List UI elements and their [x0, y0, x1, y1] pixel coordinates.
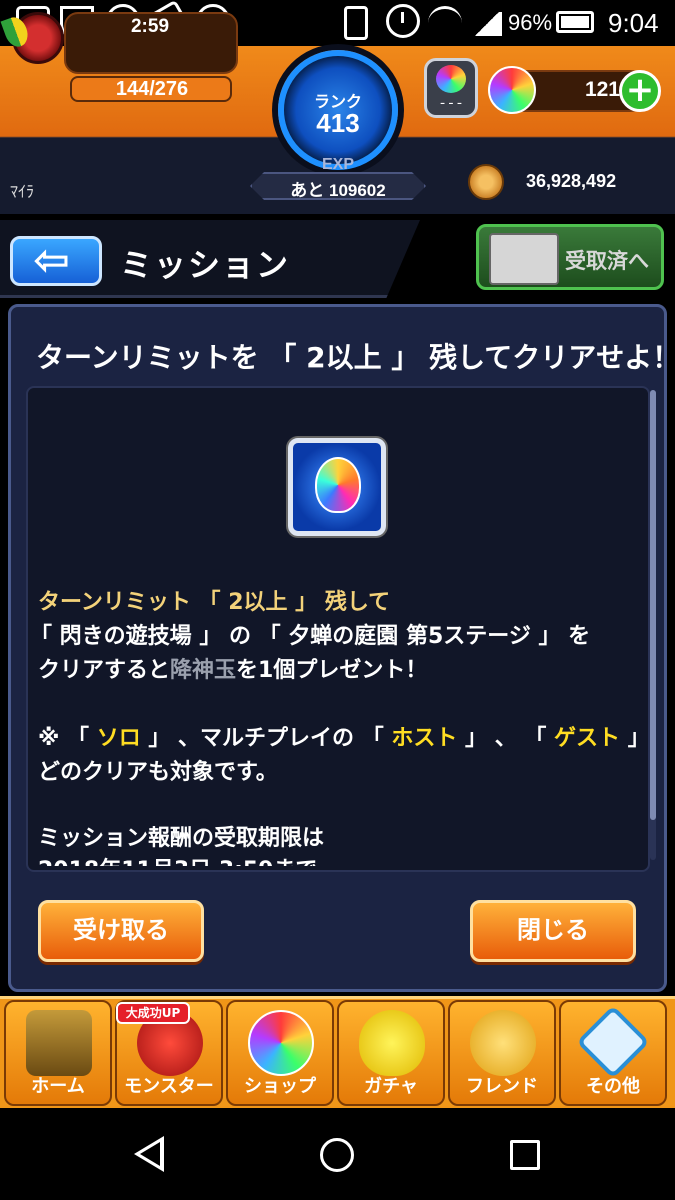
status-time: 9:04 — [608, 8, 659, 38]
back-button[interactable]: ⇦ — [10, 235, 102, 286]
close-button[interactable]: 閉じる — [470, 900, 636, 962]
mission-desc-line3-post: を1個プレゼント！ — [236, 658, 428, 683]
back-arrow-icon: ⇦ — [33, 235, 70, 286]
mission-title: ターンリミットを 「 2以上 」 残してクリアせよ！ — [36, 341, 675, 374]
nav-home[interactable]: ホーム — [4, 1000, 112, 1106]
buy-orbs-button[interactable]: + — [619, 70, 661, 112]
nav-gacha[interactable]: ガチャ — [337, 1000, 445, 1106]
orb-counter-value: --- — [438, 96, 464, 112]
stamina-timer: 2:59 — [130, 16, 170, 37]
nav-other-label: その他 — [586, 1076, 640, 1097]
descent-orb-icon — [315, 457, 361, 513]
receive-button-label: 受け取る — [73, 916, 169, 944]
mission-desc-line2: 「 閃きの遊技場 」 の 「 夕蝉の庭園 第5ステージ 」 を — [30, 624, 591, 649]
mission-desc-line3-pre: クリアすると — [38, 658, 171, 683]
nav-friend[interactable]: フレンド — [448, 1000, 556, 1106]
wifi-icon — [428, 6, 462, 40]
alarm-icon — [386, 4, 420, 38]
mission-desc-line1: ターンリミット 「 2以上 」 残して — [38, 590, 391, 615]
received-missions-button[interactable]: 受取済へ — [476, 224, 664, 290]
note-end: 」 — [620, 726, 650, 751]
orb-ball-icon — [436, 65, 466, 93]
reward-item-name: 降神玉 — [170, 658, 237, 683]
monster-bonus-badge: 大成功UP — [116, 1002, 190, 1024]
nav-shop[interactable]: ショップ — [226, 1000, 334, 1106]
system-recents-icon[interactable] — [510, 1140, 540, 1170]
nav-gacha-label: ガチャ — [364, 1076, 418, 1097]
nav-friend-label: フレンド — [466, 1076, 538, 1097]
page-title: ミッション — [120, 246, 291, 284]
nav-other[interactable]: その他 — [559, 1000, 667, 1106]
received-missions-label: 受取済へ — [565, 249, 649, 273]
rank-value: 413 — [316, 108, 360, 138]
friends-icon — [470, 1010, 536, 1076]
shop-orb-icon — [248, 1010, 314, 1076]
note-mid: 」 、マルチプレイの 「 — [140, 726, 392, 751]
note-solo: ソロ — [96, 726, 141, 751]
system-back-icon[interactable] — [134, 1136, 164, 1172]
note-mid2: 」 、 「 — [457, 726, 555, 751]
book-icon — [489, 233, 559, 285]
player-level-badge-icon[interactable] — [0, 12, 64, 64]
home-gate-icon — [26, 1010, 92, 1076]
deadline-line1: ミッション報酬の受取期限は — [38, 826, 325, 851]
note-pre: ※ 「 — [38, 726, 97, 751]
rank-ring[interactable]: ランク 413 — [278, 50, 398, 170]
nav-home-label: ホーム — [31, 1076, 85, 1097]
stamina-value: 144/276 — [115, 78, 189, 100]
close-button-label: 閉じる — [517, 916, 589, 944]
exp-label: EXP — [321, 156, 354, 173]
mission-desc-line3: クリアすると降神玉を1個プレゼント！ — [38, 652, 427, 684]
battery-icon — [556, 11, 594, 33]
orb-count: 121 — [584, 78, 620, 101]
scrollbar-thumb[interactable] — [650, 390, 656, 820]
note-guest: ゲスト — [554, 726, 621, 751]
gold-amount: 36,928,492 — [526, 171, 617, 191]
reward-item-icon — [288, 438, 386, 536]
gacha-egg-icon — [359, 1010, 425, 1076]
battery-percent: 96% — [508, 10, 553, 35]
nfc-icon — [344, 6, 368, 40]
deadline-line2: 2018年11月3日 3:59まで — [38, 852, 318, 866]
exp-remaining: あと 109602 — [290, 181, 386, 200]
nav-shop-label: ショップ — [244, 1076, 316, 1097]
signal-icon — [472, 12, 502, 36]
note-host: ホスト — [391, 726, 458, 751]
gold-coin-icon — [468, 164, 504, 200]
system-home-icon[interactable] — [320, 1138, 354, 1172]
other-menu-icon — [576, 1005, 650, 1079]
receive-button[interactable]: 受け取る — [38, 900, 204, 962]
player-name: ﾏｲﾗ — [10, 182, 35, 201]
mission-note-line1: ※ 「 ソロ 」 、マルチプレイの 「 ホスト 」 、 「 ゲスト 」 — [38, 720, 650, 752]
nav-monster-label: モンスター — [124, 1076, 214, 1097]
orb-icon — [488, 66, 536, 114]
mission-note-line2: どのクリアも対象です。 — [38, 760, 278, 785]
